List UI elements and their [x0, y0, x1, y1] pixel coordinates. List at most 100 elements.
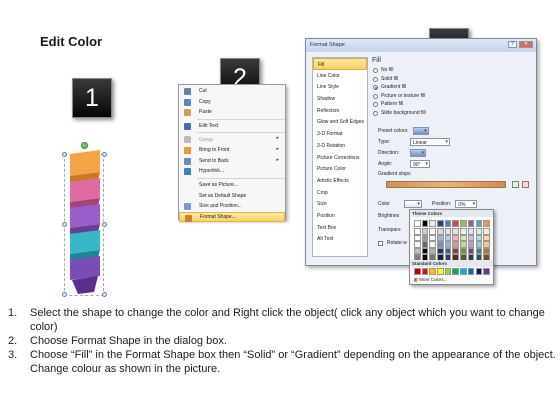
close-button[interactable]: ✕: [519, 41, 533, 48]
color-dropdown[interactable]: [404, 200, 422, 208]
menu-item-save-as-picture[interactable]: Save as Picture...: [179, 180, 285, 191]
nav-item-text-box[interactable]: Text Box: [313, 222, 367, 234]
standard-color-swatch[interactable]: [460, 268, 467, 275]
radio-button[interactable]: [373, 110, 378, 116]
menu-item-label: Format Shape...: [200, 213, 236, 220]
nav-item-3d-format[interactable]: 3-D Format: [313, 128, 367, 140]
nav-item-picture-corrections[interactable]: Picture Corrections: [313, 152, 367, 164]
transparency-row: Transpare: [378, 227, 401, 233]
standard-color-swatch[interactable]: [452, 268, 459, 275]
menu-item-set-default-shape[interactable]: Set as Default Shape: [179, 190, 285, 201]
menu-item-edit-text[interactable]: Edit Text: [179, 121, 285, 132]
standard-color-swatch[interactable]: [483, 268, 490, 275]
nav-item-reflection[interactable]: Reflection: [313, 105, 367, 117]
menu-separator: [197, 118, 285, 120]
remove-stop-icon[interactable]: [522, 181, 529, 188]
option-slide-background-fill[interactable]: Slide background fill: [372, 110, 532, 119]
nav-item-shadow[interactable]: Shadow: [313, 93, 367, 105]
type-row: Type: Linear: [378, 138, 450, 146]
direction-dropdown[interactable]: [410, 149, 426, 157]
instruction-2: 2. Choose Format Shape in the dialog box.: [8, 334, 556, 348]
theme-color-swatch[interactable]: [429, 220, 436, 227]
radio-button[interactable]: [373, 68, 378, 73]
theme-color-swatch[interactable]: [467, 220, 475, 227]
help-button[interactable]: ?: [508, 41, 517, 48]
menu-item-format-shape[interactable]: Format Shape...: [179, 211, 285, 223]
type-dropdown[interactable]: Linear: [410, 138, 450, 146]
rotate-checkbox[interactable]: [378, 240, 383, 246]
standard-color-swatch[interactable]: [437, 268, 444, 275]
theme-color-swatch[interactable]: [421, 220, 429, 227]
nav-item-picture-color[interactable]: Picture Color: [313, 163, 367, 175]
option-label: Gradient fill: [381, 84, 407, 90]
standard-colors-heading: Standard Colors: [410, 260, 493, 267]
radio-button[interactable]: [373, 102, 378, 107]
gradient-stops-row: Gradient stops: [378, 171, 411, 177]
nav-item-line-style[interactable]: Line Style: [313, 81, 367, 93]
add-stop-icon[interactable]: [512, 181, 519, 188]
standard-colors-row: [414, 268, 490, 275]
option-picture-fill[interactable]: Picture or texture fill: [372, 93, 532, 102]
preset-colors-dropdown[interactable]: [412, 127, 429, 135]
hyperlink-icon: [184, 168, 191, 176]
menu-item-hyperlink[interactable]: Hyperlink...: [179, 166, 285, 177]
radio-button[interactable]: [373, 76, 378, 82]
standard-color-swatch[interactable]: [444, 268, 452, 275]
standard-color-swatch[interactable]: [414, 268, 421, 275]
menu-item-bring-to-front[interactable]: Bring to Front ▸: [179, 145, 285, 156]
standard-color-swatch[interactable]: [429, 268, 436, 275]
nav-item-line-color[interactable]: Line Color: [313, 70, 367, 82]
menu-item-paste[interactable]: Paste: [179, 107, 285, 118]
position-input[interactable]: 0%: [455, 200, 478, 208]
menu-item-label: Set as Default Shape: [199, 192, 247, 199]
menu-item-group[interactable]: Group ▸: [179, 134, 285, 145]
gradient-stops-label: Gradient stops: [378, 171, 411, 177]
angle-input[interactable]: 90°: [410, 160, 430, 168]
menu-item-send-to-back[interactable]: Send to Back ▸: [179, 156, 285, 167]
more-colors-option[interactable]: More Colors...: [414, 277, 448, 282]
instruction-text: Choose Format Shape in the dialog box.: [30, 335, 227, 347]
theme-color-swatch[interactable]: [460, 220, 467, 227]
radio-button[interactable]: [373, 85, 378, 90]
standard-color-swatch[interactable]: [421, 268, 429, 275]
theme-color-swatch[interactable]: [475, 220, 482, 227]
menu-item-label: Cut: [199, 88, 207, 95]
nav-item-alt-text[interactable]: Alt Text: [313, 233, 367, 245]
nav-item-crop[interactable]: Crop: [313, 187, 367, 199]
theme-color-swatch[interactable]: [437, 220, 444, 227]
theme-color-swatch[interactable]: [483, 220, 490, 227]
radio-button[interactable]: [373, 93, 378, 99]
menu-item-copy[interactable]: Copy: [179, 97, 285, 108]
option-pattern-fill[interactable]: Pattern fill: [372, 101, 532, 110]
bring-front-icon: [184, 146, 191, 154]
gradient-stops-bar[interactable]: [386, 181, 506, 188]
spiral-shape[interactable]: [60, 146, 108, 298]
preset-colors-row: Preset colors:: [378, 127, 429, 135]
type-label: Type:: [378, 139, 391, 145]
standard-color-swatch[interactable]: [467, 268, 475, 275]
format-shape-icon: [185, 214, 192, 222]
nav-item-artistic-effects[interactable]: Artistic Effects: [313, 175, 367, 187]
instruction-number: 1.: [8, 307, 18, 319]
standard-color-swatch[interactable]: [475, 268, 482, 275]
nav-item-size[interactable]: Size: [313, 198, 367, 210]
edit-text-icon: [184, 122, 191, 130]
nav-item-3d-rotation[interactable]: 3-D Rotation: [313, 140, 367, 152]
menu-item-label: Size and Position...: [199, 203, 242, 210]
theme-color-swatch[interactable]: [414, 220, 421, 227]
fill-heading: Fill: [372, 57, 381, 64]
nav-item-fill[interactable]: Fill: [313, 58, 367, 70]
direction-row: Direction:: [378, 149, 426, 157]
option-no-fill[interactable]: No fill: [372, 67, 532, 76]
menu-item-cut[interactable]: Cut: [179, 86, 285, 97]
nav-item-position[interactable]: Position: [313, 210, 367, 222]
menu-item-label: Send to Back: [199, 157, 229, 164]
menu-item-size-position[interactable]: Size and Position...: [179, 201, 285, 212]
option-gradient-fill[interactable]: Gradient fill: [372, 84, 532, 93]
submenu-arrow-icon: ▸: [276, 156, 279, 163]
option-solid-fill[interactable]: Solid fill: [372, 76, 532, 85]
theme-color-swatch[interactable]: [444, 220, 452, 227]
nav-item-glow[interactable]: Glow and Soft Edges: [313, 116, 367, 128]
theme-color-swatch[interactable]: [452, 220, 459, 227]
menu-separator: [197, 177, 285, 179]
